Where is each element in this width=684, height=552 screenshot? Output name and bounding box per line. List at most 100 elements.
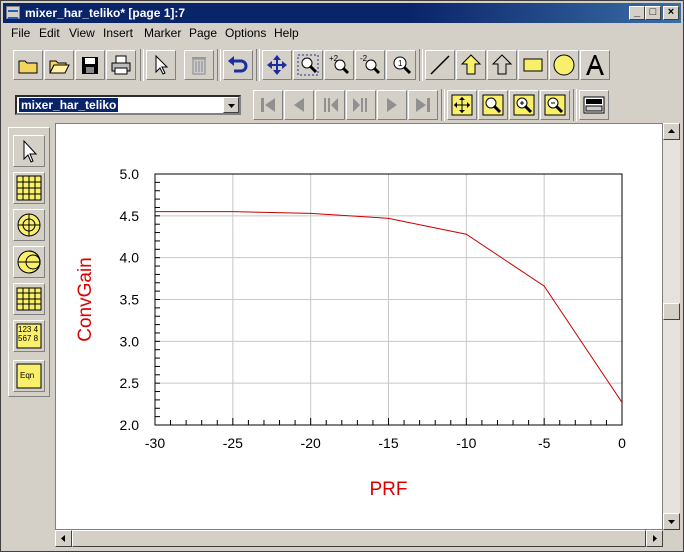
dataset-select[interactable]: mixer_har_teliko — [15, 95, 241, 115]
y-tick-label: 2.5 — [120, 375, 140, 391]
rectangle-tool-button[interactable] — [518, 50, 548, 80]
previous-frame-button[interactable] — [315, 90, 345, 120]
menu-insert[interactable]: Insert — [103, 26, 133, 40]
polygon-icon — [491, 54, 513, 75]
new-button[interactable] — [13, 50, 43, 80]
scroll-down-button[interactable] — [663, 513, 680, 530]
polygon-tool-button[interactable] — [487, 50, 517, 80]
ellipse-tool-button[interactable] — [549, 50, 579, 80]
scroll-right-button[interactable] — [646, 530, 663, 547]
save-icon — [82, 57, 98, 74]
app-icon — [6, 6, 20, 19]
scroll-left-button[interactable] — [55, 530, 72, 547]
minimize-button[interactable]: _ — [629, 6, 645, 20]
dropdown-button[interactable] — [223, 97, 239, 113]
menu-help[interactable]: Help — [274, 26, 299, 40]
next-icon — [387, 98, 397, 112]
last-page-button[interactable] — [408, 90, 438, 120]
next-frame-button[interactable] — [346, 90, 376, 120]
rectangular-plot-icon — [16, 175, 42, 201]
zoom-area-button[interactable] — [478, 90, 508, 120]
zoom-in-button[interactable]: +2 — [324, 50, 354, 80]
open-folder-icon — [49, 60, 70, 74]
first-page-icon — [261, 98, 275, 112]
save-button[interactable] — [75, 50, 105, 80]
zoom-page-out-icon — [544, 94, 566, 116]
menu-edit[interactable]: Edit — [39, 26, 60, 40]
line-icon — [430, 55, 450, 75]
list-button[interactable]: 123 4 567 8 — [13, 320, 45, 352]
smith-chart-button[interactable] — [13, 246, 45, 278]
zoom-out-icon: -2 — [360, 54, 381, 75]
svg-text:-2: -2 — [360, 54, 368, 63]
equation-button[interactable]: Eqn — [13, 360, 45, 392]
x-tick-label: -25 — [223, 435, 243, 451]
menu-marker[interactable]: Marker — [144, 26, 181, 40]
vertical-scroll-thumb[interactable] — [663, 303, 680, 320]
zoom-box-button[interactable] — [293, 50, 323, 80]
chevron-down-icon — [668, 520, 675, 524]
open-button[interactable] — [44, 50, 74, 80]
menu-bar: File Edit View Insert Marker Page Option… — [3, 24, 681, 42]
circle-icon — [553, 54, 575, 76]
title-bar[interactable]: mixer_har_teliko* [page 1]:7 _ □ × — [3, 3, 681, 23]
instrument-icon — [583, 96, 605, 114]
x-tick-label: -10 — [456, 435, 476, 451]
step-back-icon — [324, 98, 338, 112]
select-tool-button[interactable] — [146, 50, 176, 80]
page-canvas[interactable]: -30 -25 -20 -15 -10 -5 0 2.0 2.5 3.0 3.5 4.0 4.5 5.0 P… — [55, 123, 663, 530]
printer-icon — [111, 55, 131, 75]
menu-view[interactable]: View — [69, 26, 95, 40]
toolbar-separator — [217, 49, 221, 81]
line-tool-button[interactable] — [425, 50, 455, 80]
y-tick-label: 4.5 — [120, 208, 140, 224]
stacked-plot-button[interactable] — [13, 283, 45, 315]
step-forward-icon — [353, 98, 367, 112]
arrow-pointer-icon — [155, 54, 169, 75]
close-button[interactable]: × — [663, 6, 679, 20]
previous-page-button[interactable] — [284, 90, 314, 120]
polyline-tool-button[interactable] — [456, 50, 486, 80]
text-tool-button[interactable] — [580, 50, 610, 80]
palette-select-button[interactable] — [13, 135, 45, 167]
text-a-icon — [586, 55, 604, 75]
x-tick-label: -15 — [378, 435, 398, 451]
polar-plot-button[interactable] — [13, 209, 45, 241]
zoom-reset-button[interactable]: 1 — [386, 50, 416, 80]
y-tick-label: 2.0 — [120, 417, 140, 433]
zoom-in-icon: +2 — [329, 54, 350, 75]
scroll-up-button[interactable] — [663, 123, 680, 140]
undo-button[interactable] — [223, 50, 253, 80]
svg-text:1: 1 — [398, 59, 403, 68]
menu-file[interactable]: File — [11, 26, 30, 40]
menu-options[interactable]: Options — [225, 26, 266, 40]
horizontal-scrollbar[interactable] — [55, 530, 663, 547]
new-folder-icon — [18, 60, 38, 74]
toolbar-separator — [441, 89, 445, 121]
maximize-button[interactable]: □ — [645, 6, 661, 20]
hp-instrument-button[interactable] — [579, 90, 609, 120]
delete-button[interactable] — [184, 50, 214, 80]
pan-button[interactable] — [262, 50, 292, 80]
horizontal-scroll-thumb[interactable] — [72, 530, 646, 547]
x-axis-label: PRF — [370, 479, 408, 500]
rectangular-plot-button[interactable] — [13, 172, 45, 204]
zoom-all-button[interactable] — [447, 90, 477, 120]
zoom-page-in-button[interactable] — [509, 90, 539, 120]
first-page-button[interactable] — [253, 90, 283, 120]
vertical-scrollbar[interactable] — [663, 123, 680, 530]
x-tick-label: -5 — [538, 435, 551, 451]
zoom-out-button[interactable]: -2 — [355, 50, 385, 80]
x-tick-label: -30 — [145, 435, 165, 451]
print-button[interactable] — [106, 50, 136, 80]
y-tick-label: 3.0 — [120, 333, 140, 349]
scrollbar-corner — [663, 530, 680, 547]
toolbar-separator — [573, 89, 577, 121]
next-page-button[interactable] — [377, 90, 407, 120]
chevron-up-icon — [668, 129, 675, 133]
app-window: mixer_har_teliko* [page 1]:7 _ □ × File … — [0, 0, 684, 552]
rectangular-plot[interactable]: -30 -25 -20 -15 -10 -5 0 2.0 2.5 3.0 3.5 4.0 4.5 5.0 P… — [56, 124, 662, 529]
previous-icon — [294, 98, 304, 112]
zoom-page-out-button[interactable] — [540, 90, 570, 120]
menu-page[interactable]: Page — [189, 26, 217, 40]
